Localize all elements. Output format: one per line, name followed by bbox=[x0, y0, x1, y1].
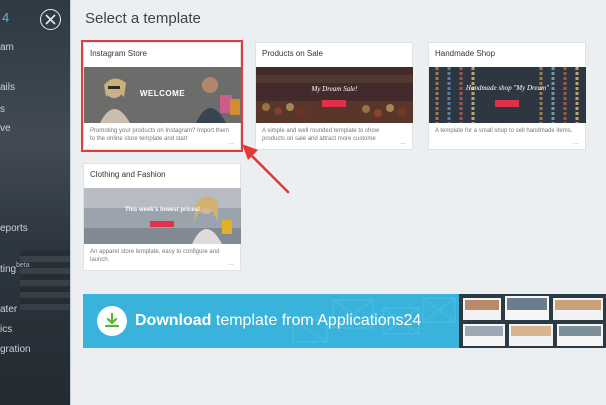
more-dots: ... bbox=[400, 139, 406, 146]
annotation-arrow-icon bbox=[242, 144, 290, 194]
banner-text-bold: Download bbox=[135, 312, 212, 329]
template-card-handmade-shop[interactable]: Handmade Shop Handmade shop "My Dream" A… bbox=[428, 42, 586, 150]
sidebar-label: am bbox=[0, 42, 14, 53]
banner-screenshots bbox=[459, 294, 606, 348]
template-thumbnail: My Dream Sale! bbox=[256, 67, 413, 123]
sidebar-label: eports bbox=[0, 223, 28, 234]
template-dialog: Select a template Instagram Store WELCOM… bbox=[70, 0, 606, 405]
download-templates-banner[interactable]: Download template from Applications24 bbox=[83, 294, 606, 348]
sidebar-label: ails bbox=[0, 82, 16, 93]
sidebar-label: ting bbox=[0, 264, 17, 275]
close-button[interactable] bbox=[40, 9, 61, 30]
banner-text-rest: template from Applications24 bbox=[211, 312, 422, 329]
template-description: An apparel store template, easy to confi… bbox=[90, 249, 220, 264]
download-icon bbox=[97, 306, 127, 336]
template-description: A template for a small shop to sell hand… bbox=[435, 128, 573, 134]
sidebar-label: ater bbox=[0, 304, 18, 315]
close-icon bbox=[45, 14, 56, 25]
template-thumbnail: Handmade shop "My Dream" bbox=[429, 67, 586, 123]
thumbnail-headline: WELCOME bbox=[139, 89, 186, 98]
template-title: Products on Sale bbox=[262, 49, 323, 58]
template-thumbnail: WELCOME bbox=[84, 67, 241, 123]
template-title: Handmade Shop bbox=[435, 49, 496, 58]
sidebar-badge: beta bbox=[16, 262, 30, 269]
sidebar-label: 4 bbox=[2, 10, 10, 25]
more-dots: ... bbox=[228, 260, 234, 267]
template-card-instagram-store[interactable]: Instagram Store WELCOME Promoting your p… bbox=[81, 40, 243, 152]
thumbnail-headline: Handmade shop "My Dream" bbox=[465, 84, 550, 92]
thumbnail-headline: This week's lowest prices! bbox=[124, 207, 201, 213]
thumbnail-headline: My Dream Sale! bbox=[311, 85, 358, 93]
template-title: Instagram Store bbox=[90, 49, 147, 58]
sidebar-label: ve bbox=[0, 123, 11, 134]
banner-text: Download template from Applications24 bbox=[135, 312, 421, 330]
more-dots: ... bbox=[228, 139, 234, 146]
template-thumbnail: This week's lowest prices! bbox=[84, 188, 241, 244]
sidebar-label: s bbox=[0, 104, 5, 115]
template-card-products-on-sale[interactable]: Products on Sale My Dream Sale! A simple… bbox=[255, 42, 413, 150]
template-title: Clothing and Fashion bbox=[90, 170, 166, 179]
template-description: Promoting your products on Instagram? Im… bbox=[90, 128, 230, 143]
more-dots: ... bbox=[573, 139, 579, 146]
background-sidebar: 4 am ails s ve eports ting beta ater ics… bbox=[0, 0, 70, 405]
sidebar-label: gration bbox=[0, 344, 31, 355]
template-card-clothing-and-fashion[interactable]: Clothing and Fashion This week's lowest … bbox=[83, 163, 241, 271]
dialog-title: Select a template bbox=[85, 10, 201, 27]
sidebar-label: ics bbox=[0, 324, 13, 335]
